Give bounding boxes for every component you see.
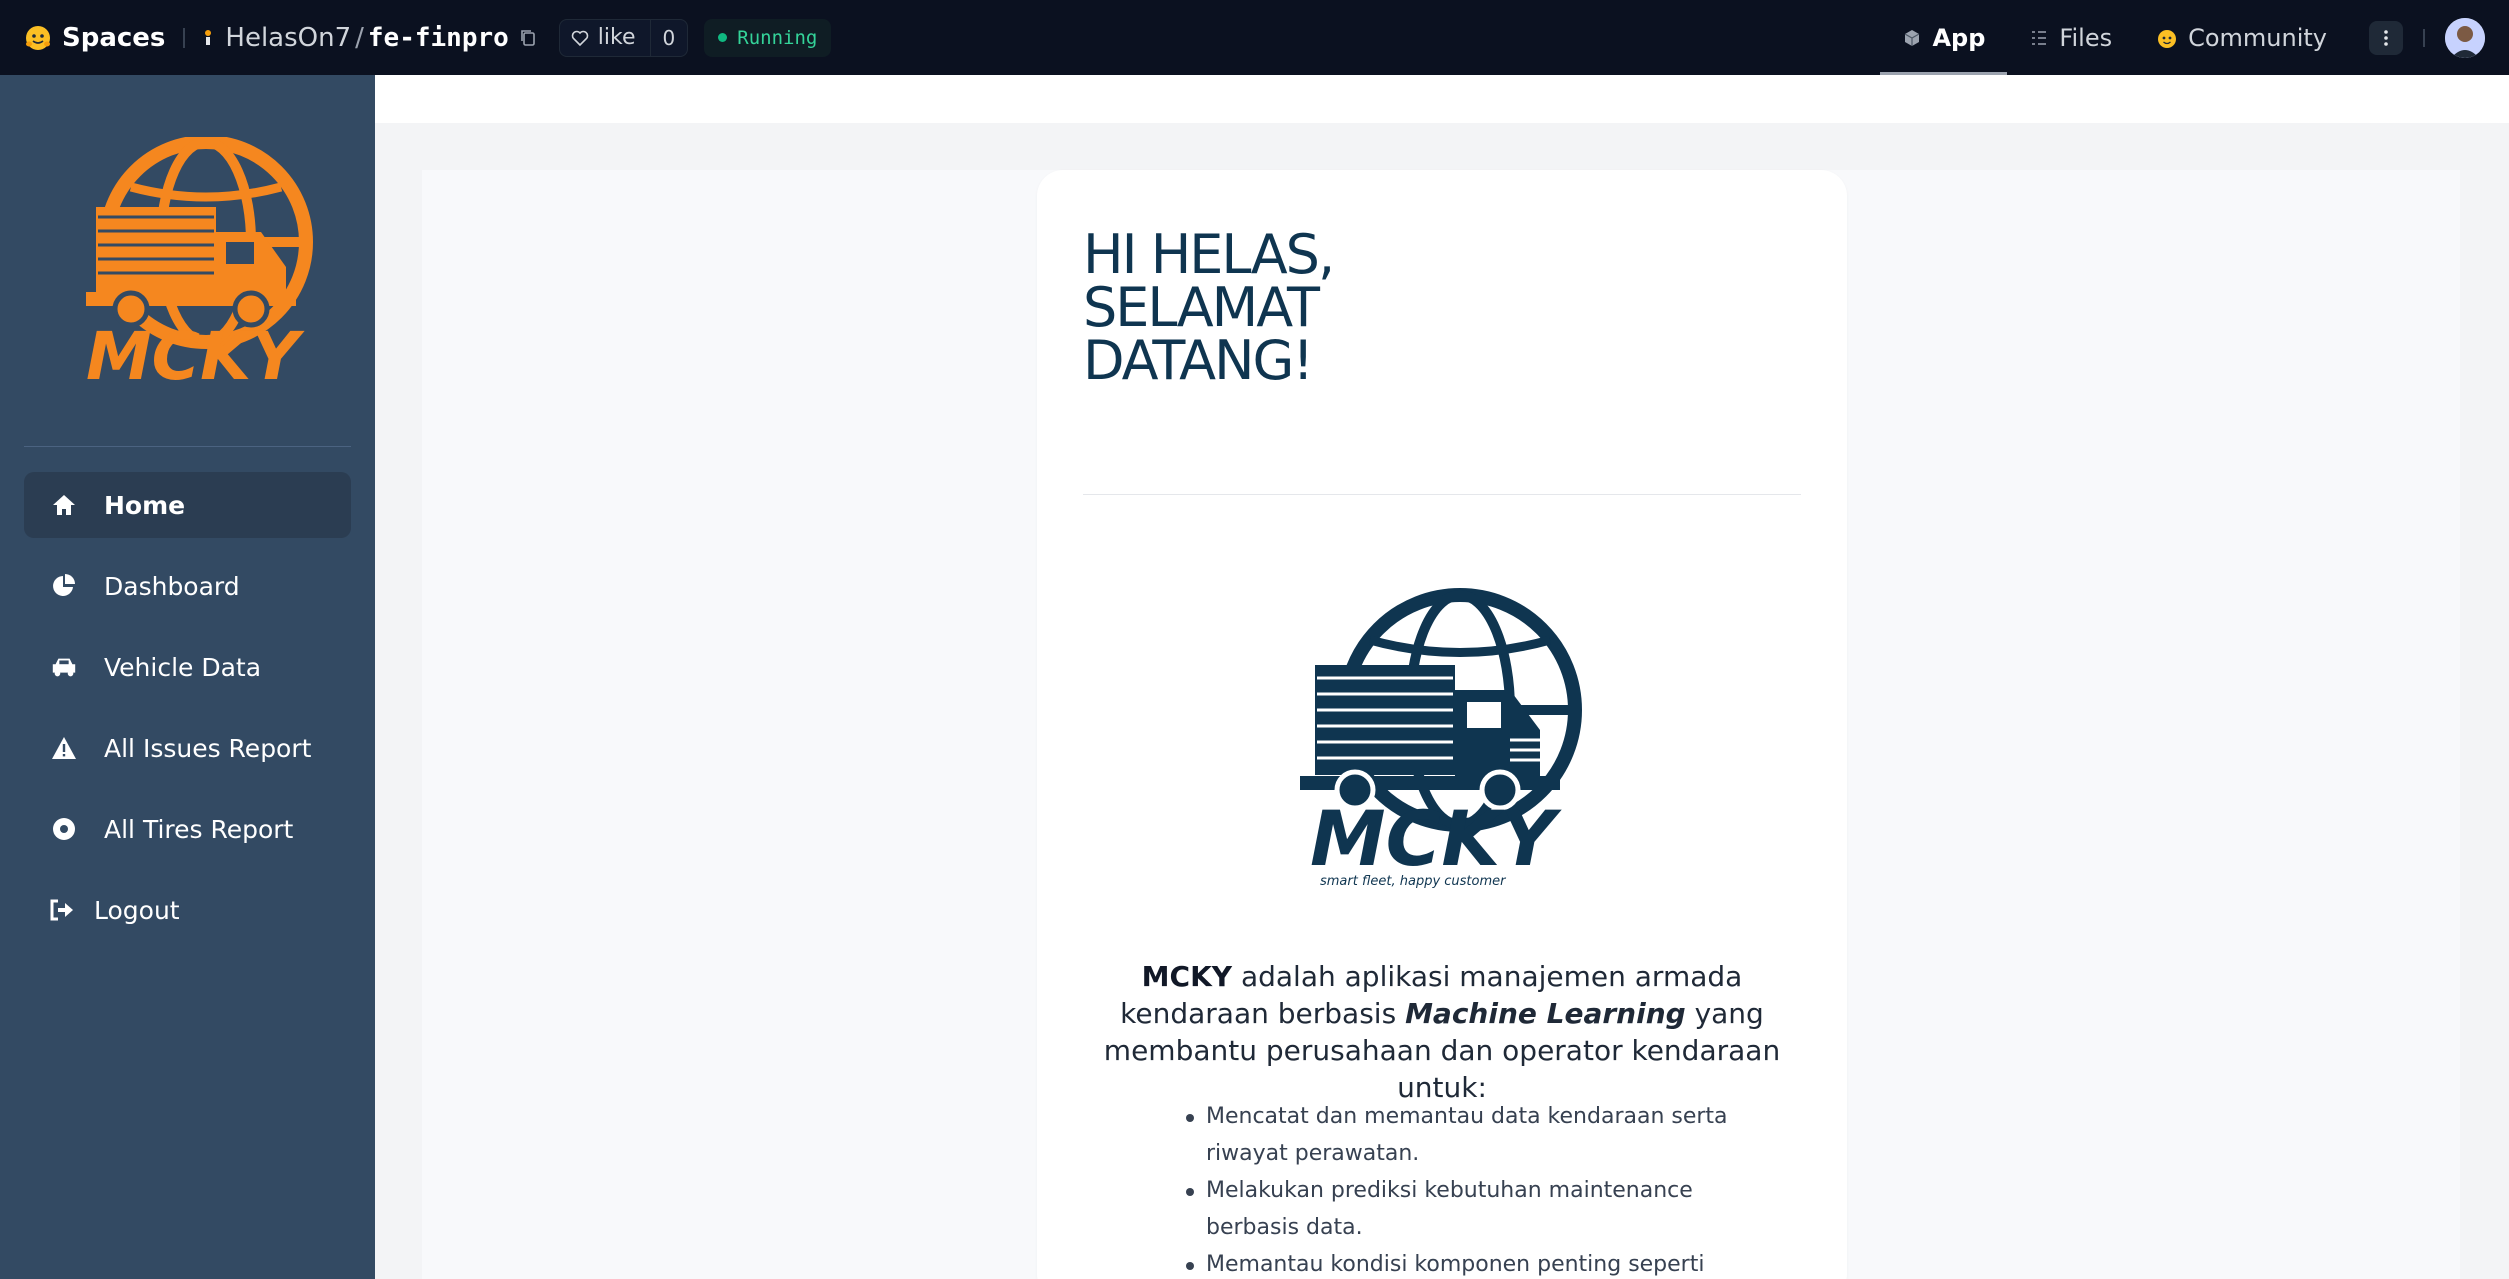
- divider: [183, 27, 186, 48]
- heart-icon: [571, 30, 589, 46]
- copy-icon[interactable]: [519, 28, 537, 48]
- app-description: MCKY adalah aplikasi manajemen armada ke…: [1083, 958, 1801, 1106]
- logout-icon: [48, 896, 76, 924]
- tab-community-label: Community: [2188, 23, 2327, 52]
- logo-tagline: smart fleet, happy customer: [1320, 874, 1507, 889]
- tab-files-label: Files: [2059, 23, 2113, 52]
- sidebar-item-label: Vehicle Data: [104, 652, 262, 682]
- owner-link[interactable]: HelasOn7: [225, 23, 351, 53]
- sidebar-divider: [24, 446, 351, 447]
- like-label: like: [597, 25, 636, 50]
- sidebar-item-dashboard[interactable]: Dashboard: [24, 553, 351, 619]
- sidebar-item-label: All Issues Report: [104, 733, 312, 763]
- status-badge[interactable]: Running: [704, 18, 832, 57]
- home-icon: [50, 491, 78, 519]
- tab-app[interactable]: App: [1880, 0, 2008, 75]
- divider: [2423, 28, 2425, 47]
- sidebar-item-home[interactable]: Home: [24, 472, 351, 538]
- status-text: Running: [737, 26, 818, 49]
- sidebar-item-all-issues-report[interactable]: All Issues Report: [24, 715, 351, 781]
- logo-text: MCKY: [1310, 794, 1562, 883]
- hugging-face-logo-icon[interactable]: [24, 24, 52, 52]
- feature-list: Mencatat dan memantau data kendaraan ser…: [1182, 1098, 1742, 1279]
- list-item: Mencatat dan memantau data kendaraan ser…: [1182, 1098, 1742, 1172]
- owner-avatar-icon[interactable]: [203, 27, 213, 49]
- status-dot-icon: [718, 33, 728, 42]
- sidebar-item-vehicle-data[interactable]: Vehicle Data: [24, 634, 351, 700]
- tab-community[interactable]: Community: [2134, 0, 2349, 75]
- sidebar-item-label: All Tires Report: [104, 814, 294, 844]
- more-options-button[interactable]: [2369, 20, 2403, 55]
- repo-name-link[interactable]: fe-finpro: [368, 23, 509, 53]
- top-bar: Spaces HelasOn7 / fe-finpro like 0 Runni…: [0, 0, 2509, 75]
- sidebar-item-all-tires-report[interactable]: All Tires Report: [24, 796, 351, 862]
- list-item: Melakukan prediksi kebutuhan maintenance…: [1182, 1172, 1742, 1246]
- welcome-heading: HI HELAS, SELAMAT DATANG!: [1083, 223, 1335, 392]
- cube-icon: [1905, 29, 1920, 46]
- sidebar: MCKY Home Dashboard Vehicle Data All Iss…: [0, 75, 375, 1279]
- more-vertical-icon: [2384, 29, 2388, 46]
- card-divider: [1083, 494, 1801, 495]
- like-count[interactable]: 0: [649, 19, 688, 56]
- car-icon: [50, 653, 78, 681]
- tab-app-label: App: [1932, 23, 1986, 52]
- mcky-brand-logo[interactable]: MCKY: [86, 137, 326, 397]
- path-separator: /: [355, 22, 364, 53]
- like-button[interactable]: like 0: [558, 18, 689, 57]
- sidebar-nav: Home Dashboard Vehicle Data All Issues R…: [24, 472, 351, 958]
- space-header: Spaces HelasOn7 / fe-finpro like 0 Runni…: [0, 0, 832, 75]
- community-icon: [2158, 29, 2177, 48]
- desc-emphasis: Machine Learning: [1405, 997, 1686, 1030]
- tab-files[interactable]: Files: [2007, 0, 2134, 75]
- files-icon: [2032, 30, 2047, 45]
- pie-chart-icon: [50, 572, 78, 600]
- spaces-link[interactable]: Spaces: [62, 23, 165, 53]
- sidebar-item-label: Logout: [94, 895, 180, 925]
- sidebar-item-logout[interactable]: Logout: [24, 877, 351, 943]
- tire-icon: [50, 815, 78, 843]
- desc-brand: MCKY: [1141, 960, 1233, 993]
- list-item: Memantau kondisi komponen penting sepert…: [1182, 1246, 1742, 1279]
- main-header-strip: [375, 75, 2509, 123]
- user-avatar[interactable]: [2445, 17, 2485, 58]
- welcome-card: HI HELAS, SELAMAT DATANG! MCKY smart fle…: [1037, 170, 1847, 1279]
- space-nav: App Files Community: [1880, 0, 2509, 75]
- sidebar-item-label: Home: [104, 490, 186, 520]
- warning-icon: [50, 734, 78, 762]
- brand-text: MCKY: [86, 318, 305, 395]
- sidebar-item-label: Dashboard: [104, 571, 240, 601]
- mcky-card-logo: MCKY smart fleet, happy customer: [1300, 588, 1582, 889]
- user-avatar-icon: [2445, 17, 2485, 58]
